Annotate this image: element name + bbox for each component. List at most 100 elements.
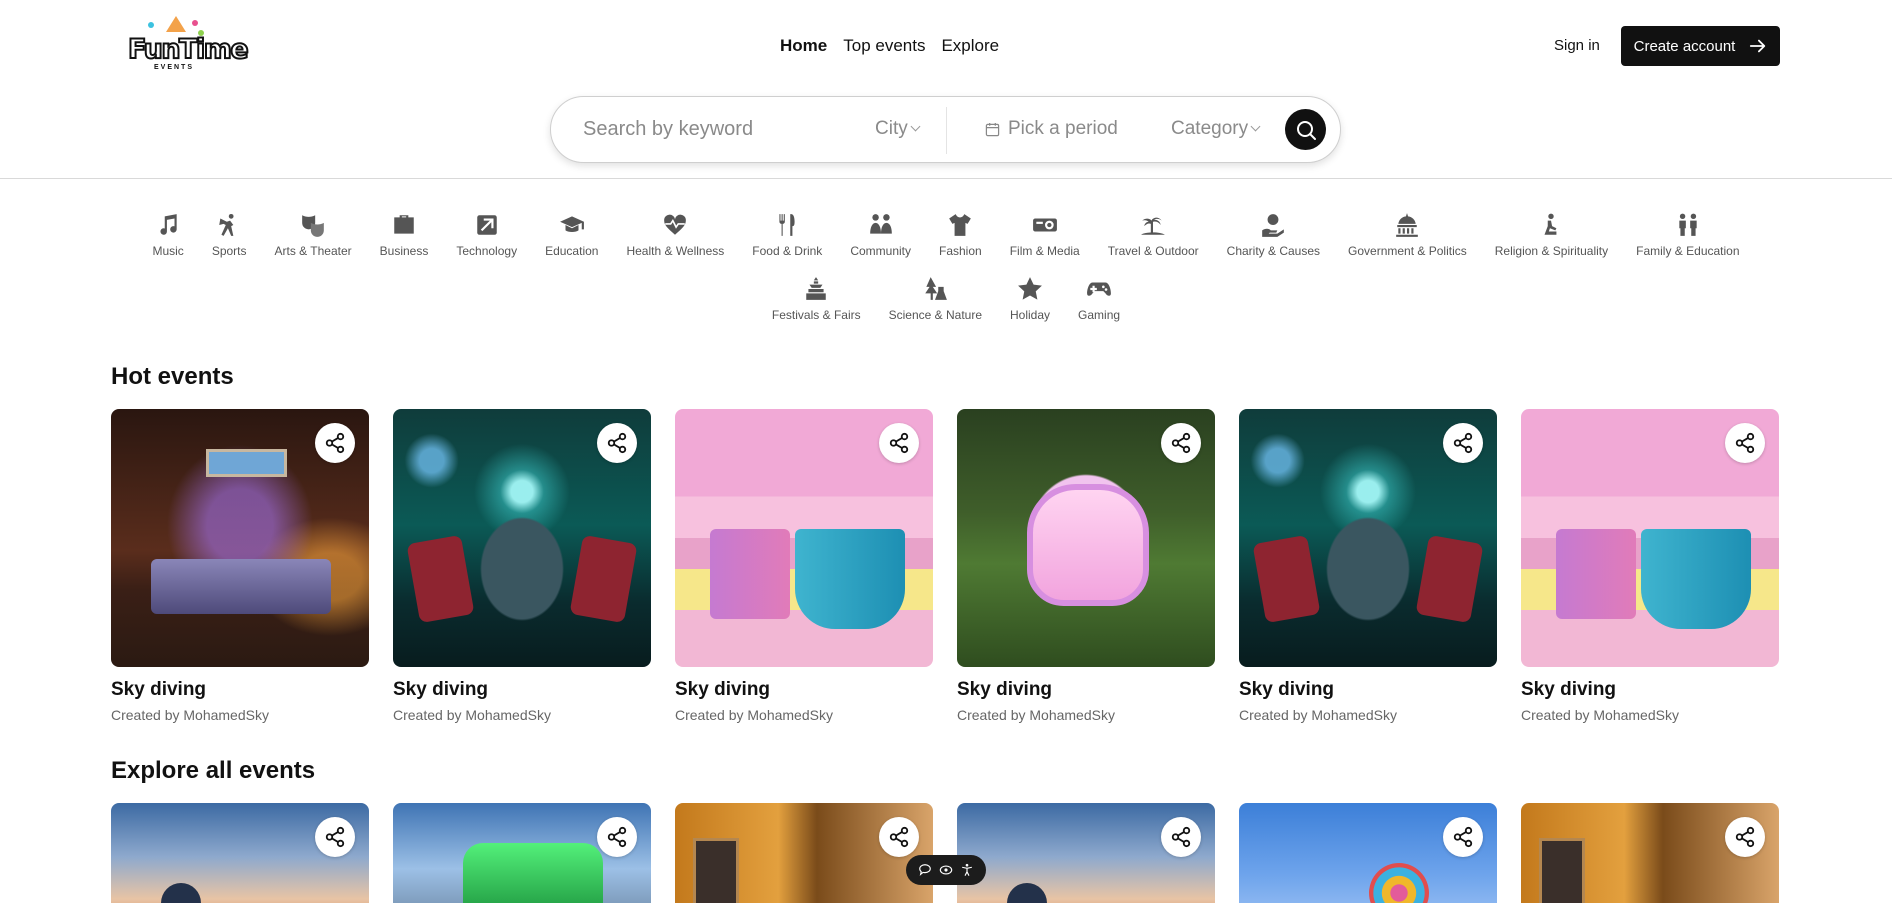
briefcase-icon [394,215,414,234]
event-image[interactable] [1521,409,1779,667]
event-title[interactable]: Sky diving [957,679,1215,701]
period-picker[interactable]: Pick a period [985,118,1118,140]
share-icon [1453,432,1473,454]
event-image[interactable] [393,409,651,667]
category-label: Category [1171,118,1249,139]
category-science-nature[interactable]: Science & Nature [889,276,982,322]
share-button[interactable] [1725,423,1765,463]
confetti-dot [148,22,154,28]
event-title[interactable]: Sky diving [1239,679,1497,701]
share-button[interactable] [1725,817,1765,857]
event-card[interactable] [1521,803,1779,903]
category-religion-spirituality[interactable]: Religion & Spirituality [1495,212,1608,258]
event-image[interactable] [957,803,1215,903]
event-image[interactable] [393,803,651,903]
header-divider [0,178,1892,179]
nav-home[interactable]: Home [780,36,827,56]
event-image[interactable] [111,409,369,667]
category-label: Education [545,244,599,258]
category-community[interactable]: Community [850,212,911,258]
event-card[interactable] [111,803,369,903]
category-arts-theater[interactable]: Arts & Theater [275,212,352,258]
event-image[interactable] [111,803,369,903]
event-image[interactable] [957,409,1215,667]
event-card[interactable] [957,803,1215,903]
category-music[interactable]: Music [152,212,184,258]
share-button[interactable] [315,423,355,463]
accessibility-icon[interactable] [960,863,974,877]
category-gaming[interactable]: Gaming [1078,276,1120,322]
chevron-down-icon [910,121,921,132]
logo[interactable]: FunTime EVENTS [126,14,250,78]
create-account-button[interactable]: Create account [1621,26,1780,66]
share-icon [1735,432,1755,454]
share-button[interactable] [597,817,637,857]
share-button[interactable] [879,423,919,463]
explore-all-title: Explore all events [111,757,316,784]
event-image[interactable] [675,409,933,667]
category-fashion[interactable]: Fashion [939,212,982,258]
calendar-icon [985,122,1000,136]
share-button[interactable] [597,423,637,463]
event-image[interactable] [1521,803,1779,903]
category-sports[interactable]: Sports [212,212,247,258]
search-button[interactable] [1285,109,1326,150]
share-icon [607,826,627,848]
family-icon [1679,213,1697,236]
event-card[interactable] [1239,803,1497,903]
category-government-politics[interactable]: Government & Politics [1348,212,1467,258]
category-holiday[interactable]: Holiday [1010,276,1050,322]
nav-top-events[interactable]: Top events [843,36,925,56]
event-creator: Created by MohamedSky [111,707,269,723]
event-image[interactable] [1239,409,1497,667]
eye-icon[interactable] [939,863,953,877]
event-card[interactable]: Sky diving Created by MohamedSky [1239,409,1497,723]
chat-bubble-icon[interactable] [918,863,932,877]
event-title[interactable]: Sky diving [111,679,369,701]
event-card[interactable]: Sky diving Created by MohamedSky [675,409,933,723]
event-card[interactable] [393,803,651,903]
category-dropdown[interactable]: Category [1171,118,1261,140]
category-charity-causes[interactable]: Charity & Causes [1227,212,1320,258]
category-travel-outdoor[interactable]: Travel & Outdoor [1108,212,1199,258]
hot-events-list: Sky diving Created by MohamedSky Sky div… [111,409,1779,723]
search-input[interactable]: Search by keyword [583,118,753,141]
technology-icon [476,215,497,235]
share-button[interactable] [1161,423,1201,463]
event-image[interactable] [1239,803,1497,903]
event-title[interactable]: Sky diving [675,679,933,701]
nav-explore[interactable]: Explore [941,36,999,56]
city-dropdown[interactable]: City [875,118,921,140]
category-food-drink[interactable]: Food & Drink [752,212,822,258]
event-card[interactable]: Sky diving Created by MohamedSky [1521,409,1779,723]
event-card[interactable]: Sky diving Created by MohamedSky [393,409,651,723]
event-card[interactable]: Sky diving Created by MohamedSky [111,409,369,723]
category-technology[interactable]: Technology [456,212,517,258]
event-card[interactable]: Sky diving Created by MohamedSky [957,409,1215,723]
category-film-media[interactable]: Film & Media [1010,212,1080,258]
category-education[interactable]: Education [545,212,598,258]
graduation-cap-icon [559,216,584,233]
event-image[interactable] [675,803,933,903]
category-business[interactable]: Business [380,212,428,258]
charity-icon [1262,214,1285,237]
category-label: Music [152,244,184,258]
share-button[interactable] [1443,817,1483,857]
event-card[interactable] [675,803,933,903]
share-button[interactable] [879,817,919,857]
category-festivals-fairs[interactable]: Festivals & Fairs [772,276,861,322]
share-icon [325,432,345,454]
category-health-wellness[interactable]: Health & Wellness [626,212,724,258]
event-title[interactable]: Sky diving [393,679,651,701]
category-family-education[interactable]: Family & Education [1636,212,1740,258]
share-button[interactable] [1443,423,1483,463]
share-button[interactable] [315,817,355,857]
event-creator: Created by MohamedSky [1521,707,1679,723]
event-title[interactable]: Sky diving [1521,679,1779,701]
floating-toolbar [906,855,986,885]
party-hat-icon [166,16,186,32]
category-bar: Music Sports Arts & Theater Business Tec… [0,212,1892,340]
logo-subtitle: EVENTS [154,64,195,71]
share-button[interactable] [1161,817,1201,857]
sign-in-link[interactable]: Sign in [1554,37,1600,54]
